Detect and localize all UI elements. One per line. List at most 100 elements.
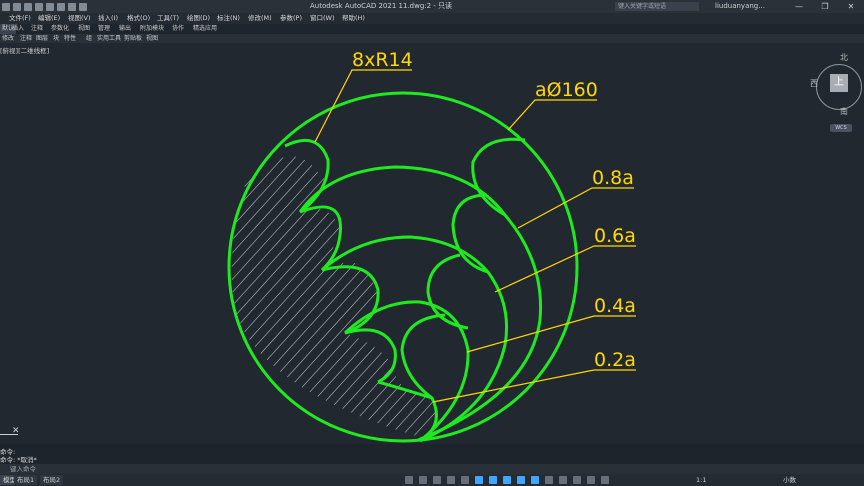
workspace-icon[interactable]: [601, 476, 609, 484]
save-icon[interactable]: [35, 2, 43, 11]
save-as-icon[interactable]: [46, 2, 54, 11]
scallop-right-4[interactable]: [400, 313, 446, 400]
transparency-icon[interactable]: [559, 476, 567, 484]
command-history-line-2: 命令: *取消*: [0, 456, 37, 464]
panel-utilities[interactable]: 实用工具: [97, 34, 121, 43]
wcs-menu[interactable]: WCS: [830, 124, 852, 132]
lineweight-icon[interactable]: [545, 476, 553, 484]
hatch-line: [231, 156, 437, 437]
tab-layout2[interactable]: 布局2: [40, 475, 64, 485]
grid-icon[interactable]: [419, 476, 427, 484]
hatch-line: [536, 130, 836, 443]
tab-addins[interactable]: 附加模块: [140, 24, 164, 34]
scallop-bottom[interactable]: [377, 380, 438, 443]
viewcube[interactable]: 北 西 上 南 WCS: [810, 52, 864, 132]
leader-0.4a: [466, 315, 636, 353]
menu-view[interactable]: 视图(V): [68, 13, 91, 24]
object-snap-icon[interactable]: [531, 476, 539, 484]
print-icon[interactable]: [57, 2, 65, 11]
hatch-line: [524, 130, 824, 443]
label-0.8a: 0.8a: [592, 167, 634, 189]
scallop-left-4[interactable]: [344, 328, 397, 384]
panel-view[interactable]: 视图: [146, 34, 158, 43]
menu-help[interactable]: 帮助(H): [342, 13, 365, 24]
app-menu-icon[interactable]: [2, 2, 10, 11]
command-placeholder: 键入命令: [10, 465, 36, 473]
panel-modify[interactable]: 修改: [2, 34, 14, 43]
menu-draw[interactable]: 绘图(D): [187, 13, 210, 24]
new-icon[interactable]: [13, 2, 21, 11]
model-space-icon[interactable]: [405, 476, 413, 484]
menu-edit[interactable]: 编辑(E): [38, 13, 60, 24]
menu-tools[interactable]: 工具(T): [157, 13, 179, 24]
viewcube-top-face[interactable]: 上: [830, 74, 848, 92]
viewport-controls[interactable]: [俯视][二维线框]: [0, 45, 49, 55]
user-account[interactable]: liuduanyang...: [715, 0, 765, 13]
undo-icon[interactable]: [68, 2, 76, 11]
snap-icon[interactable]: [433, 476, 441, 484]
hatch-line: [231, 156, 437, 437]
menu-parameters[interactable]: 参数(P): [280, 13, 302, 24]
dynamic-input-icon[interactable]: [461, 476, 469, 484]
leader-0.6a: [494, 245, 636, 293]
label-8xR14: 8xR14: [352, 49, 413, 71]
hatch-line: [644, 130, 864, 443]
tab-view[interactable]: 视图: [78, 24, 90, 34]
scallop-right-2[interactable]: [451, 193, 489, 274]
compass-south[interactable]: 南: [840, 106, 848, 117]
hatch-line: [231, 156, 357, 437]
hatch-pattern: [0, 130, 864, 443]
tab-featured-apps[interactable]: 精选应用: [193, 24, 217, 34]
command-input[interactable]: 键入命令: [0, 464, 864, 474]
compass-north[interactable]: 北: [840, 52, 848, 63]
tab-output[interactable]: 输出: [119, 24, 131, 34]
tab-collaborate[interactable]: 协作: [172, 24, 184, 34]
polar-icon[interactable]: [489, 476, 497, 484]
panel-annotate[interactable]: 注释: [20, 34, 32, 43]
label-0.4a: 0.4a: [594, 295, 636, 317]
tab-parametric[interactable]: 参数化: [51, 24, 69, 34]
hatch-line: [231, 156, 437, 437]
ribbon-panels: 修改 注释 图层 块 特性 组 实用工具 剪贴板 视图: [0, 34, 864, 43]
hatch-line: [692, 130, 864, 443]
hatch-line: [231, 156, 309, 437]
menu-window[interactable]: 窗口(W): [310, 13, 335, 24]
hatch-line: [0, 130, 212, 443]
tab-layout1[interactable]: 布局1: [14, 475, 38, 485]
infer-icon[interactable]: [447, 476, 455, 484]
menu-format[interactable]: 格式(O): [127, 13, 150, 24]
units-display[interactable]: 小数: [783, 474, 796, 486]
selection-cycling-icon[interactable]: [573, 476, 581, 484]
panel-layers[interactable]: 图层: [36, 34, 48, 43]
panel-block[interactable]: 块: [53, 34, 59, 43]
quick-access-toolbar: [2, 0, 87, 13]
close-button[interactable]: ✕: [838, 0, 864, 13]
ortho-icon[interactable]: [475, 476, 483, 484]
open-icon[interactable]: [24, 2, 32, 11]
annotation-scale[interactable]: 1:1: [696, 474, 706, 486]
drawing-canvas[interactable]: 8xR14 aØ160 0.8a 0.6a 0.4a 0.2a: [0, 43, 864, 443]
leader-0.8a: [517, 187, 634, 229]
annotation-scale-icon[interactable]: [587, 476, 595, 484]
compass-west[interactable]: 西: [810, 78, 818, 89]
leader-a160: [507, 99, 597, 131]
menu-insert[interactable]: 插入(I): [98, 13, 118, 24]
search-input[interactable]: 键入关键字或短语: [615, 2, 699, 11]
minimize-button[interactable]: —: [786, 0, 812, 13]
hatch-line: [488, 130, 788, 443]
object-snap-tracking-icon[interactable]: [517, 476, 525, 484]
menu-file[interactable]: 文件(F): [9, 13, 31, 24]
menu-dimension[interactable]: 标注(N): [217, 13, 240, 24]
panel-groups[interactable]: 组: [86, 34, 92, 43]
tab-annotate[interactable]: 注释: [31, 24, 43, 34]
tab-insert[interactable]: 插入: [12, 24, 24, 34]
panel-properties[interactable]: 特性: [64, 34, 76, 43]
maximize-button[interactable]: ❐: [812, 0, 838, 13]
menu-modify[interactable]: 修改(M): [248, 13, 272, 24]
panel-clipboard[interactable]: 剪贴板: [124, 34, 142, 43]
tab-manage[interactable]: 管理: [98, 24, 110, 34]
hatch-line: [231, 156, 297, 437]
isodraft-icon[interactable]: [503, 476, 511, 484]
scallop-right-1[interactable]: [471, 137, 526, 217]
redo-icon[interactable]: [79, 2, 87, 11]
